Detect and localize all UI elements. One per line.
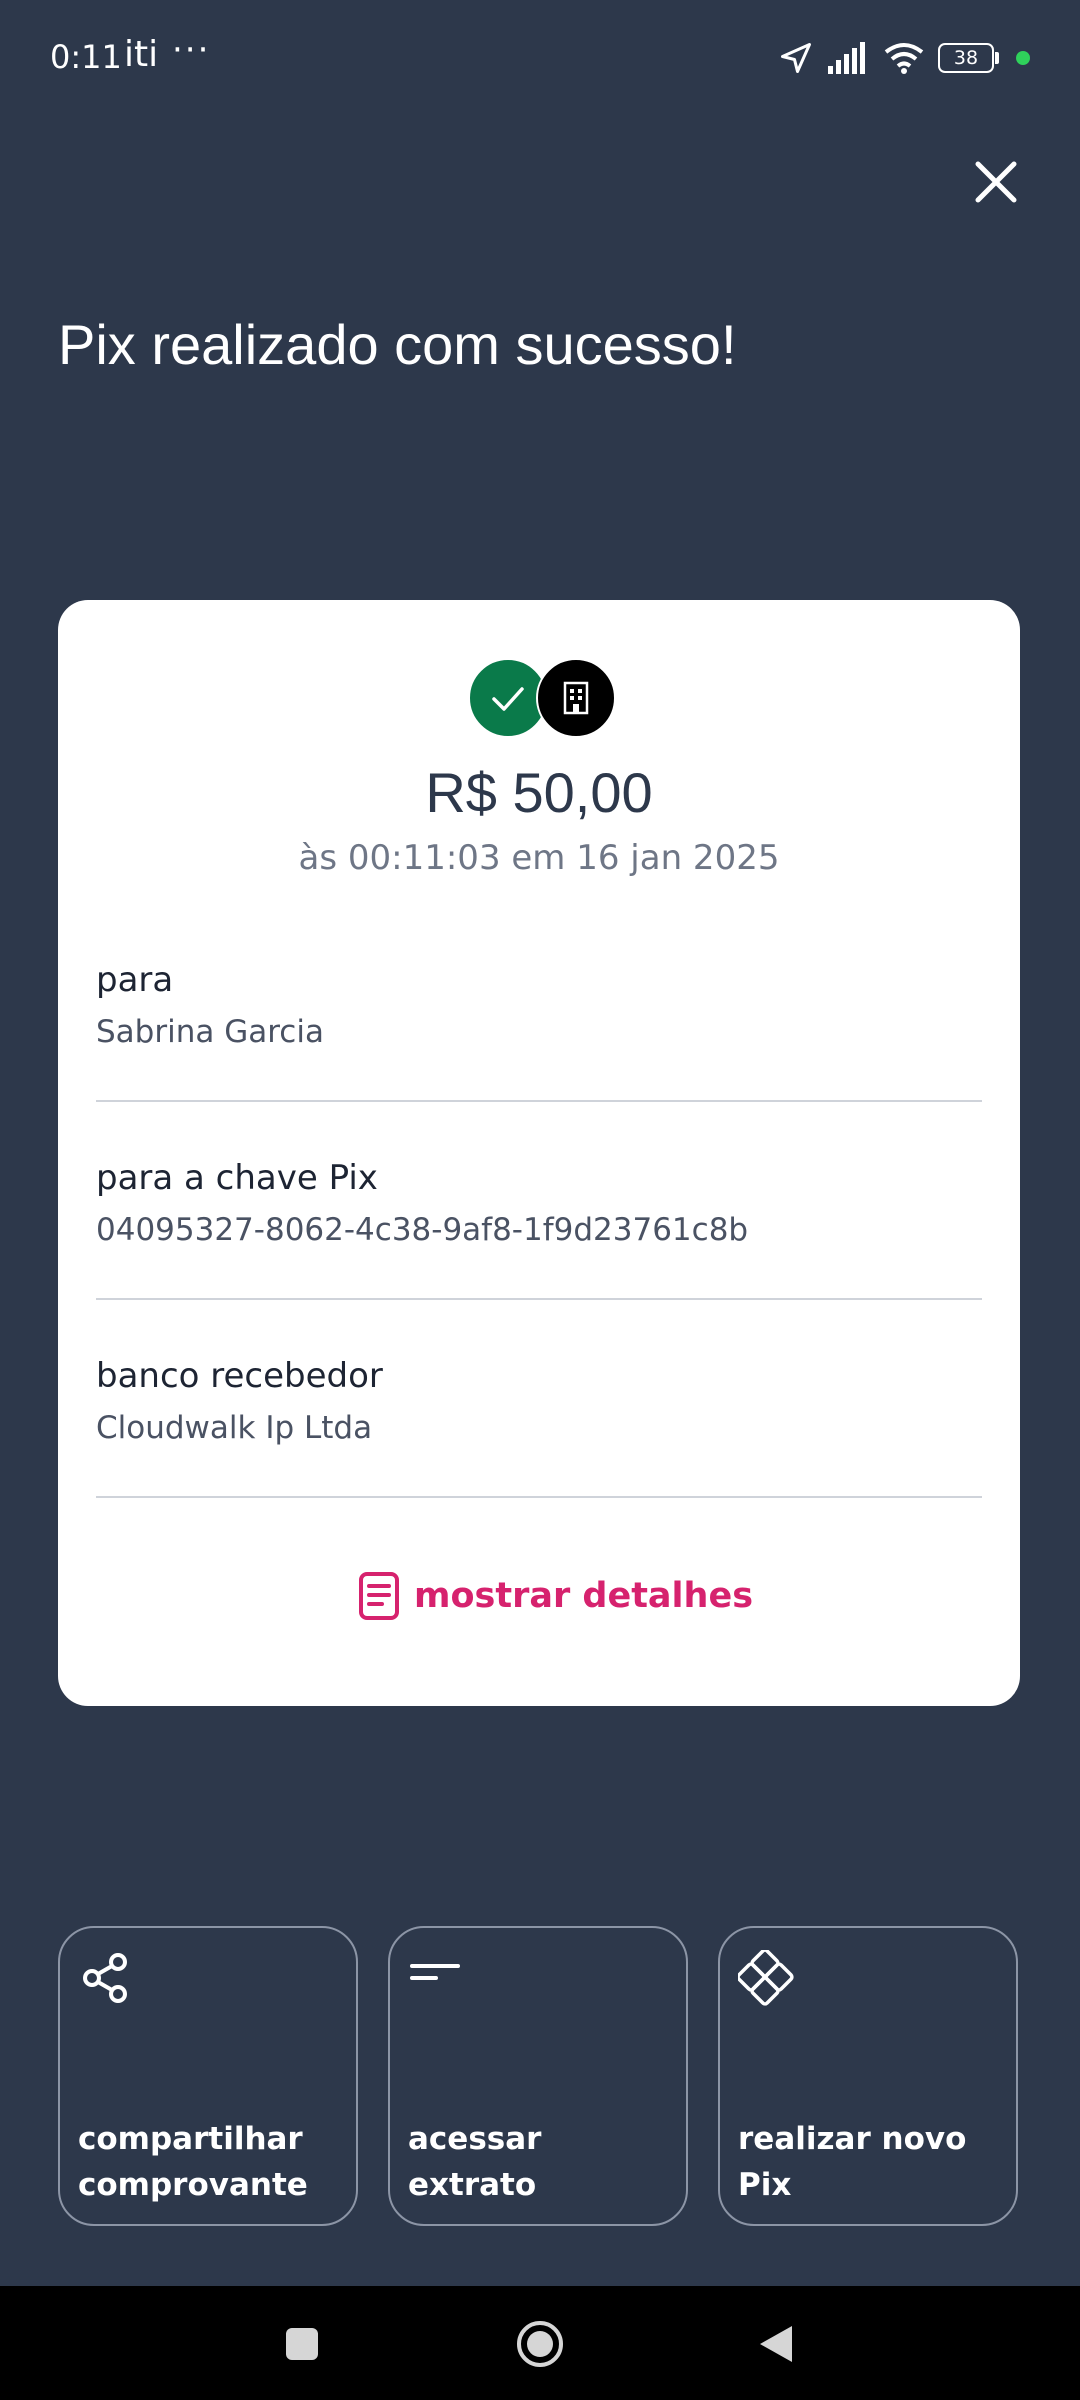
battery-level: 38 <box>953 47 979 69</box>
recents-icon[interactable] <box>282 2324 322 2364</box>
status-more-dots: ··· <box>172 30 211 70</box>
receipt-card: R$ 50,00 às 00:11:03 em 16 jan 2025 para… <box>58 600 1020 1706</box>
page-title: Pix realizado com sucesso! <box>58 313 737 376</box>
pix-icon <box>738 1950 794 2006</box>
detail-label: para <box>96 960 174 1000</box>
divider <box>96 1298 982 1300</box>
status-app-label: iti <box>124 34 159 75</box>
close-button[interactable] <box>966 152 1026 212</box>
building-icon <box>563 681 589 715</box>
divider <box>96 1496 982 1498</box>
statement-button[interactable]: acessar extrato <box>388 1926 688 2226</box>
show-details-label: mostrar detalhes <box>414 1576 754 1616</box>
statement-lines-icon <box>410 1964 460 1980</box>
checkmark-icon <box>492 687 524 711</box>
close-icon <box>975 161 1017 203</box>
share-receipt-button[interactable]: compartilhar comprovante <box>58 1926 358 2226</box>
navigation-bar <box>0 2286 1080 2400</box>
detail-value: 04095327-8062-4c38-9af8-1f9d23761c8b <box>96 1212 749 1248</box>
document-icon <box>359 1572 399 1620</box>
share-icon <box>83 1953 127 2003</box>
statement-label: acessar extrato <box>408 2121 542 2203</box>
detail-value: Cloudwalk Ip Ltda <box>96 1410 373 1446</box>
battery-icon: 38 <box>938 43 999 73</box>
detail-pix-key: para a chave Pix 04095327-8062-4c38-9af8… <box>96 1158 982 1248</box>
share-receipt-label: compartilhar comprovante <box>78 2121 308 2203</box>
detail-label: para a chave Pix <box>96 1158 378 1198</box>
new-pix-button[interactable]: realizar novo Pix <box>718 1926 1018 2226</box>
back-icon[interactable] <box>756 2322 796 2366</box>
status-time: 0:11 <box>50 38 122 76</box>
home-icon[interactable] <box>514 2318 566 2370</box>
detail-label: banco recebedor <box>96 1356 383 1396</box>
detail-bank: banco recebedor Cloudwalk Ip Ltda <box>96 1356 982 1446</box>
signal-icon <box>828 42 865 74</box>
detail-value: Sabrina Garcia <box>96 1014 324 1050</box>
action-cards: compartilhar comprovante acessar extrato… <box>58 1926 1020 2228</box>
status-avatars <box>468 658 616 738</box>
bank-avatar <box>536 658 616 738</box>
transfer-amount: R$ 50,00 <box>425 761 653 824</box>
new-pix-label: realizar novo Pix <box>738 2121 967 2203</box>
transfer-datetime: às 00:11:03 em 16 jan 2025 <box>298 838 780 878</box>
green-dot-indicator <box>1016 51 1030 65</box>
detail-recipient: para Sabrina Garcia <box>96 960 982 1050</box>
wifi-icon <box>884 43 924 74</box>
divider <box>96 1100 982 1102</box>
status-bar: 0:11 iti ··· 38 <box>0 0 1080 118</box>
show-details-button[interactable]: mostrar detalhes <box>358 1568 753 1624</box>
status-icons: 38 <box>778 36 1030 80</box>
location-arrow-icon <box>781 43 811 73</box>
